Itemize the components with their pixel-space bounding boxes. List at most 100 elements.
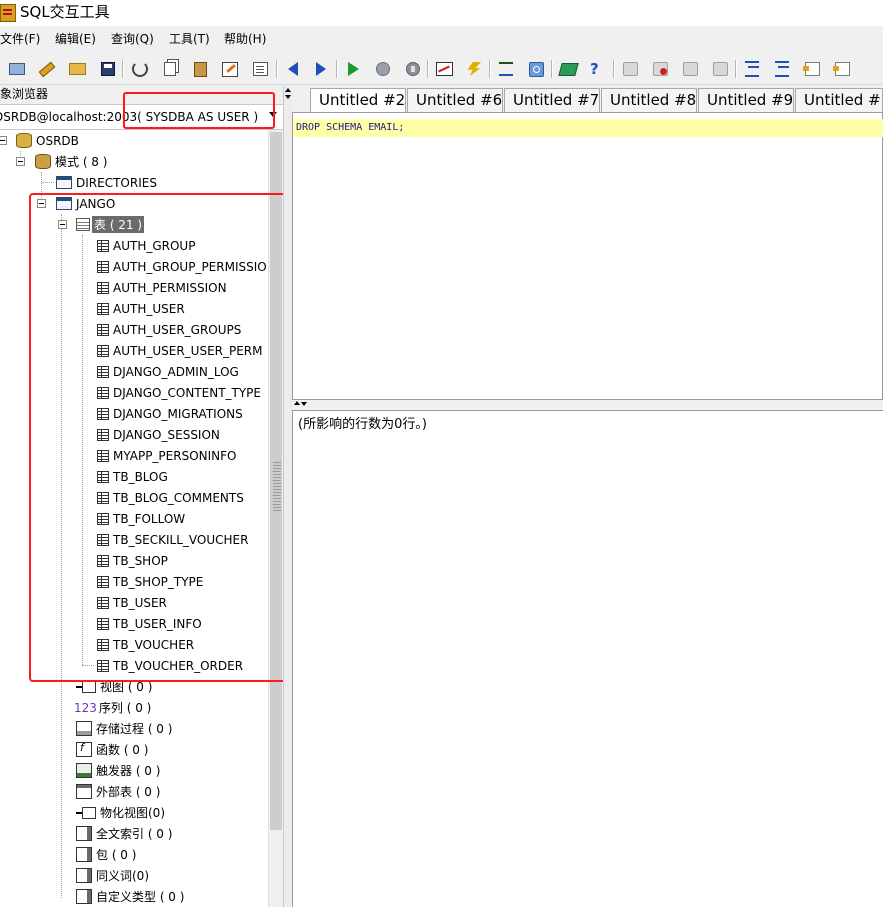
tree-node-schema-jango[interactable]: JANGO <box>0 193 115 214</box>
expand-down-icon[interactable] <box>301 402 307 406</box>
table-node[interactable]: TB_SECKILL_VOUCHER <box>0 529 248 550</box>
menu-help[interactable]: 帮助(H) <box>224 31 266 47</box>
menu-tools[interactable]: 工具(T) <box>169 31 210 47</box>
tree-node-fulltext-index[interactable]: 全文索引 ( 0 ) <box>0 823 172 844</box>
paste-button[interactable] <box>189 58 211 80</box>
editor-result-splitter[interactable] <box>292 400 883 411</box>
tree-node-triggers[interactable]: 触发器 ( 0 ) <box>0 760 160 781</box>
tree-node-functions[interactable]: 函数 ( 0 ) <box>0 739 148 760</box>
table-name: TB_SECKILL_VOUCHER <box>113 532 249 547</box>
refresh-button[interactable] <box>525 58 547 80</box>
tree-node-packages[interactable]: 包 ( 0 ) <box>0 844 136 865</box>
tree-node-schemas[interactable]: 模式 ( 8 ) <box>0 151 107 172</box>
table-icon <box>97 344 109 357</box>
table-node[interactable]: MYAPP_PERSONINFO <box>0 445 237 466</box>
collapse-left-icon[interactable] <box>285 88 291 92</box>
tree-node-sequences[interactable]: 123 序列 ( 0 ) <box>0 697 151 718</box>
collapse-up-icon[interactable] <box>294 401 300 405</box>
save-button[interactable] <box>97 58 119 80</box>
tab-untitled-7[interactable]: Untitled #7 <box>504 88 600 112</box>
tree-node-tables[interactable]: 表 ( 21 ) <box>0 214 145 235</box>
format-button[interactable] <box>249 58 271 80</box>
back-button[interactable] <box>282 58 304 80</box>
table-node[interactable]: AUTH_USER <box>0 298 185 319</box>
cut-button[interactable] <box>129 58 151 80</box>
table-node[interactable]: AUTH_PERMISSION <box>0 277 227 298</box>
add-column-button[interactable] <box>801 58 823 80</box>
function-icon <box>76 741 92 757</box>
menu-file[interactable]: 文件(F) <box>0 31 40 47</box>
table-node[interactable]: TB_SHOP_TYPE <box>0 571 203 592</box>
indent-button[interactable] <box>741 58 763 80</box>
explain-plan-button[interactable] <box>433 58 455 80</box>
open-button[interactable] <box>66 58 88 80</box>
menu-query[interactable]: 查询(Q) <box>111 31 154 47</box>
edit-button[interactable] <box>219 58 241 80</box>
tree-node-materialized-views[interactable]: 物化视图(0) <box>0 802 165 823</box>
collapse-toggle[interactable] <box>16 157 25 166</box>
new-connection-button[interactable] <box>6 58 28 80</box>
tree-node-external-tables[interactable]: 外部表 ( 0 ) <box>0 781 160 802</box>
table-node[interactable]: DJANGO_SESSION <box>0 424 220 445</box>
performance-button[interactable] <box>463 58 485 80</box>
type-icon <box>76 889 92 904</box>
toolbar: ? <box>0 54 883 85</box>
table-node[interactable]: DJANGO_CONTENT_TYPE <box>0 382 261 403</box>
collapse-toggle[interactable] <box>58 220 67 229</box>
forward-button[interactable] <box>310 58 332 80</box>
table-name: AUTH_USER_GROUPS <box>113 322 242 337</box>
expand-right-icon[interactable] <box>285 95 291 99</box>
stop-button[interactable] <box>402 58 424 80</box>
table-node[interactable]: AUTH_USER_USER_PERM <box>0 340 263 361</box>
transfer-button[interactable] <box>495 58 517 80</box>
table-node[interactable]: TB_VOUCHER_ORDER <box>0 655 243 676</box>
copy-button[interactable] <box>159 58 181 80</box>
outdent-button[interactable] <box>771 58 793 80</box>
table-node[interactable]: TB_USER_INFO <box>0 613 202 634</box>
table-node[interactable]: TB_USER <box>0 592 167 613</box>
tree-node-procedures[interactable]: 存储过程 ( 0 ) <box>0 718 172 739</box>
tab-untitled-9[interactable]: Untitled #9 <box>698 88 794 112</box>
step-icon <box>376 62 390 76</box>
tree-node-synonyms[interactable]: 同义词(0) <box>0 865 149 886</box>
tab-untitled-1[interactable]: Untitled #1 <box>795 88 883 112</box>
table-node[interactable]: AUTH_GROUP_PERMISSIO <box>0 256 267 277</box>
transaction-button[interactable] <box>679 58 701 80</box>
database-icon <box>682 62 698 76</box>
table-node[interactable]: DJANGO_ADMIN_LOG <box>0 361 239 382</box>
collapse-toggle[interactable] <box>0 136 7 145</box>
table-node[interactable]: AUTH_USER_GROUPS <box>0 319 241 340</box>
collapse-toggle[interactable] <box>37 199 46 208</box>
tree-scrollbar[interactable] <box>268 130 284 907</box>
context-help-button[interactable]: ? <box>587 58 609 80</box>
tree-node-root[interactable]: OSRDB <box>0 130 79 151</box>
step-button[interactable] <box>372 58 394 80</box>
table-node[interactable]: TB_BLOG <box>0 466 168 487</box>
tree-node-views[interactable]: 视图 ( 0 ) <box>0 676 152 697</box>
remove-column-button[interactable] <box>831 58 853 80</box>
document-icon <box>252 62 268 76</box>
table-icon <box>97 323 109 336</box>
result-message: (所影响的行数为0行。) <box>298 417 427 432</box>
sql-editor[interactable]: DROP SCHEMA EMAIL; <box>292 112 883 400</box>
tab-untitled-6[interactable]: Untitled #6 <box>407 88 503 112</box>
tree-node-directories[interactable]: DIRECTORIES <box>0 172 157 193</box>
manual-button[interactable] <box>557 58 579 80</box>
new-query-button[interactable] <box>36 58 58 80</box>
rollback-button[interactable] <box>649 58 671 80</box>
scrollbar-thumb[interactable] <box>270 132 282 830</box>
tab-untitled-8[interactable]: Untitled #8 <box>601 88 697 112</box>
menu-edit[interactable]: 编辑(E) <box>55 31 96 47</box>
table-node[interactable]: AUTH_GROUP <box>0 235 195 256</box>
tab-untitled-2[interactable]: Untitled #2 <box>310 88 406 113</box>
table-node[interactable]: TB_SHOP <box>0 550 168 571</box>
tree-node-custom-types[interactable]: 自定义类型 ( 0 ) <box>0 886 184 907</box>
autocommit-button[interactable] <box>709 58 731 80</box>
table-node[interactable]: DJANGO_MIGRATIONS <box>0 403 243 424</box>
commit-button[interactable] <box>619 58 641 80</box>
table-node[interactable]: TB_VOUCHER <box>0 634 194 655</box>
table-node[interactable]: TB_BLOG_COMMENTS <box>0 487 244 508</box>
pencil-icon <box>38 61 56 77</box>
execute-button[interactable] <box>342 58 364 80</box>
table-node[interactable]: TB_FOLLOW <box>0 508 185 529</box>
